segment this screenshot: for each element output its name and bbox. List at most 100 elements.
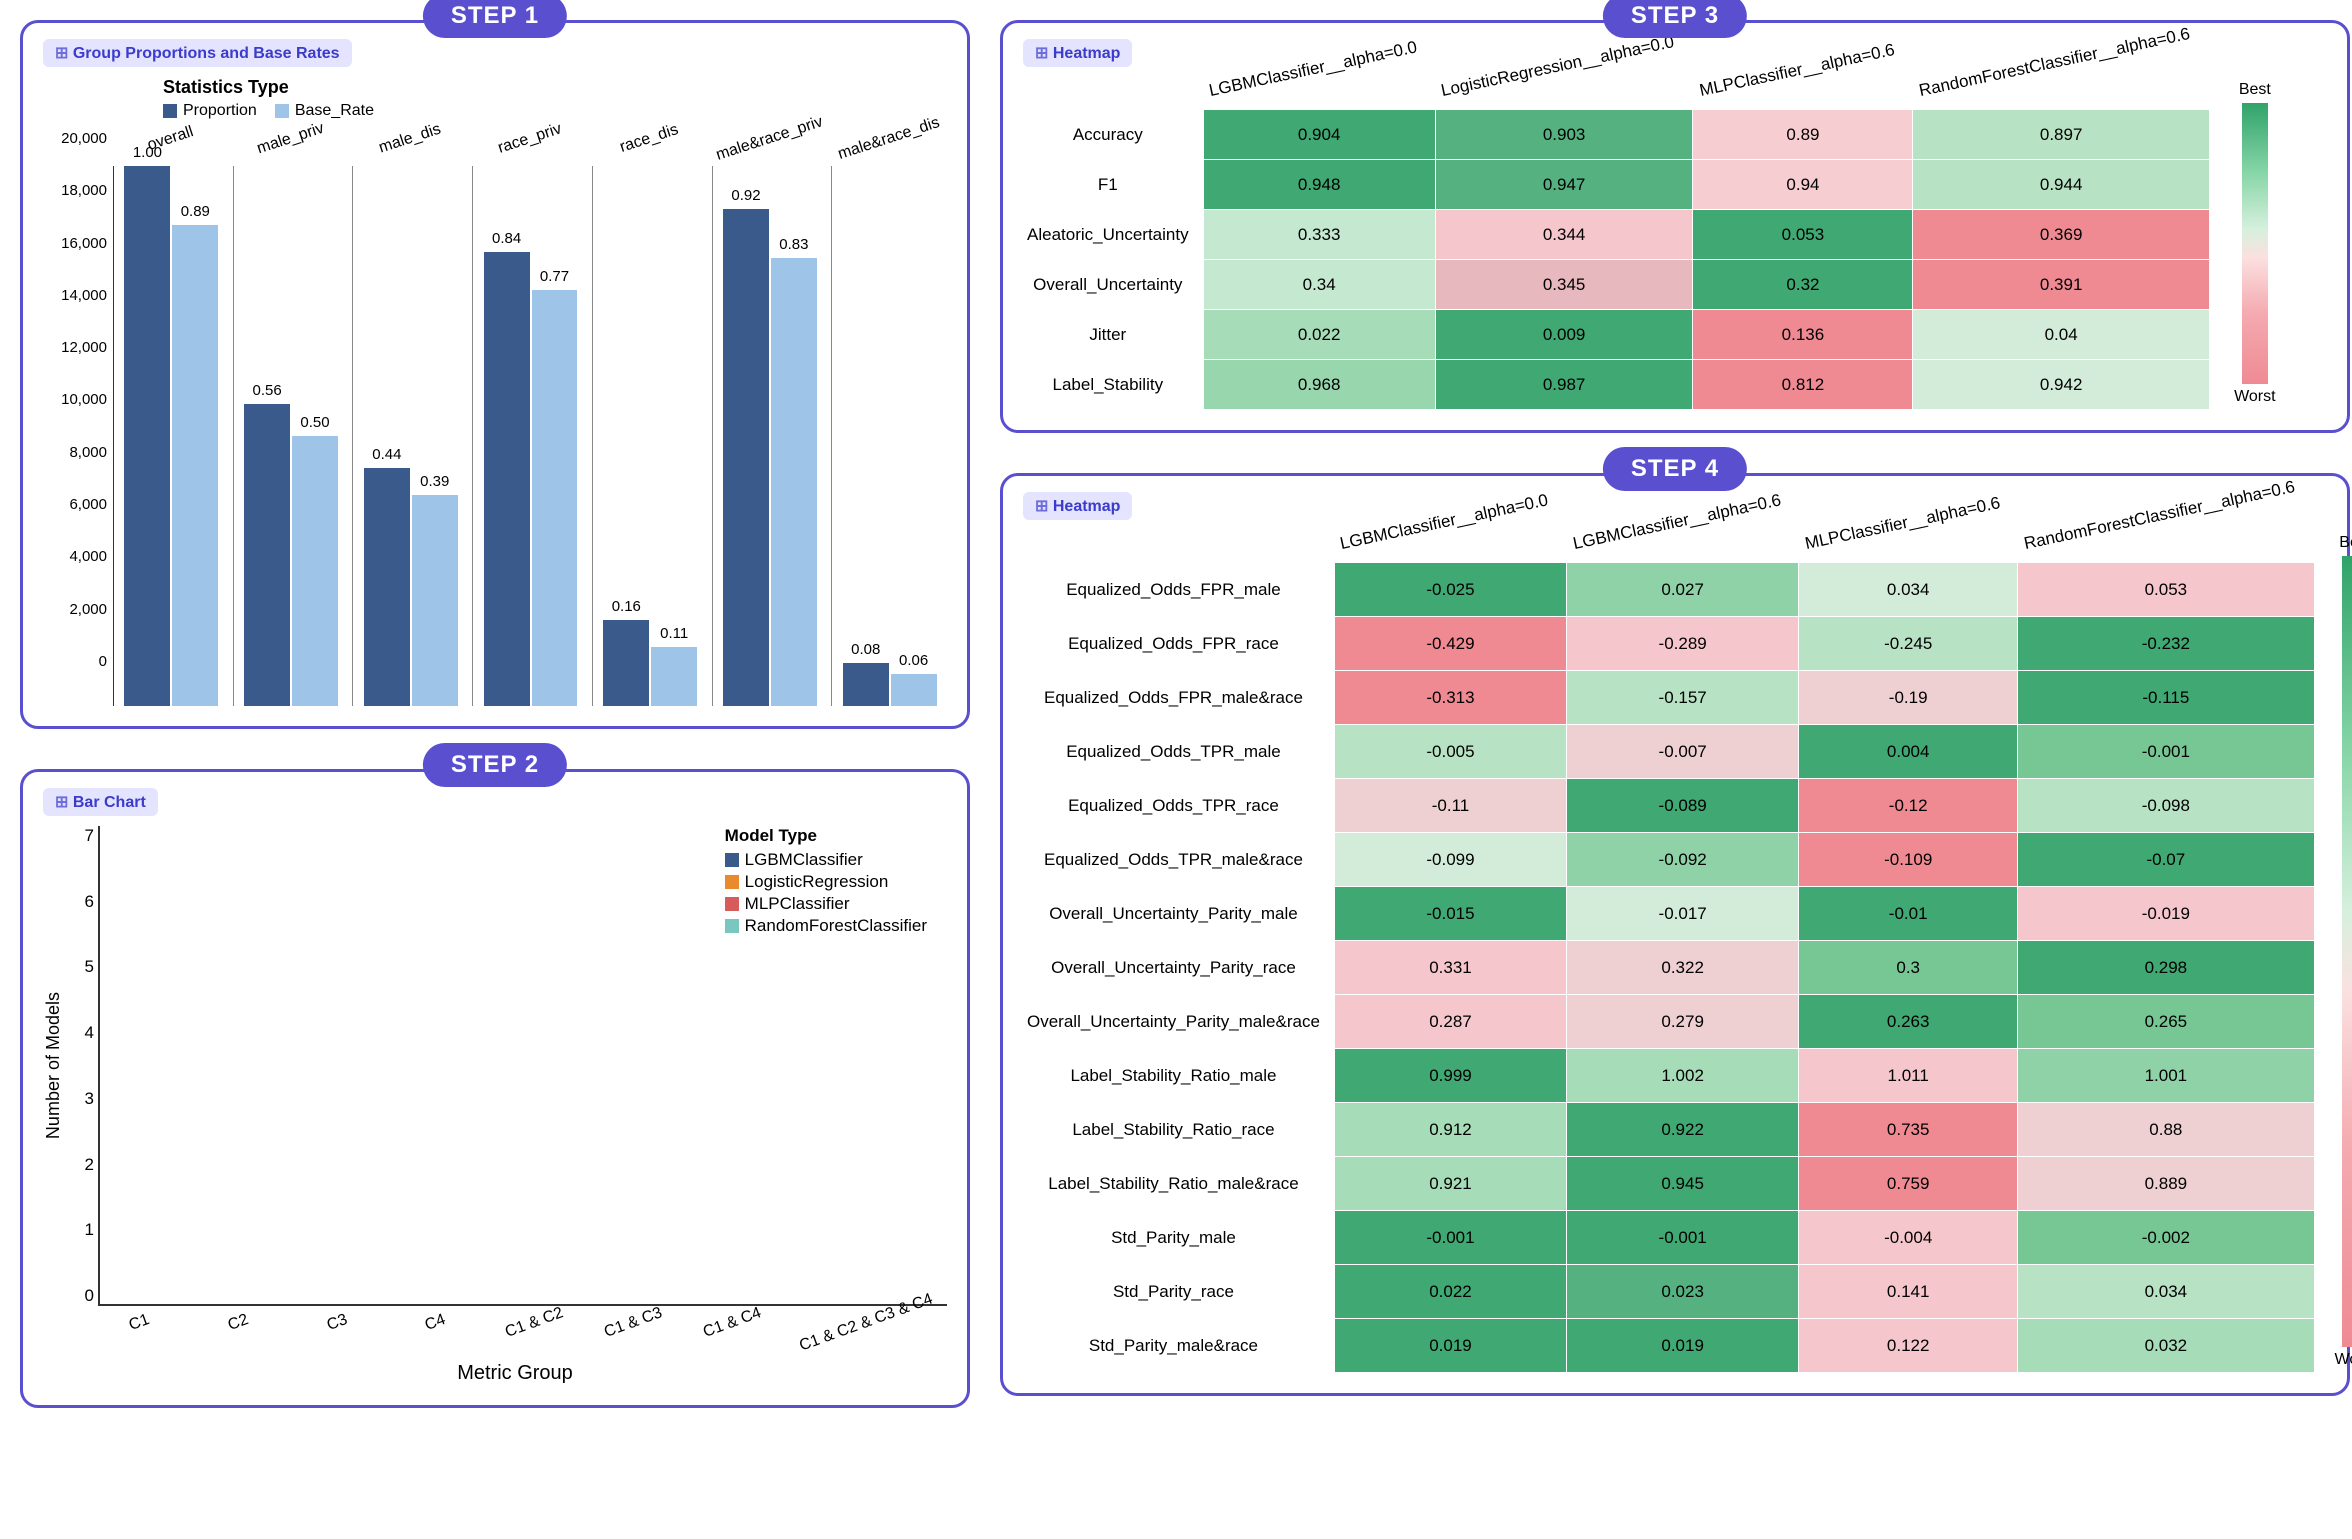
heatmap-cell: 0.369 (1913, 210, 2209, 260)
bars-area: 0.080.06 (831, 166, 947, 706)
heatmap-cell: 0.88 (2018, 1103, 2314, 1157)
heatmap-cell: 0.034 (1799, 563, 2018, 617)
step3-heatmap: LGBMClassifier__alpha=0.0LogisticRegress… (1023, 77, 2210, 410)
heatmap-cell: 0.34 (1203, 260, 1435, 310)
group-label: male_priv (255, 120, 327, 159)
heatmap-row-header: Overall_Uncertainty (1023, 260, 1203, 310)
swatch-mlp (725, 897, 739, 911)
bar-group: male&race_dis0.080.06 (831, 130, 947, 706)
bar: 0.92 (723, 209, 769, 706)
heatmap-cell: 0.136 (1693, 310, 1913, 360)
bar: 0.39 (412, 495, 458, 706)
heatmap-cell: 0.122 (1799, 1319, 2018, 1373)
ytick: 2,000 (43, 601, 107, 618)
heatmap-cell: -0.004 (1799, 1211, 2018, 1265)
step1-legend: Proportion Base_Rate (163, 102, 947, 120)
bars-area: 1.000.89 (113, 166, 229, 706)
step3-title: Heatmap (1023, 39, 1132, 67)
heatmap-cell: -0.019 (2018, 887, 2314, 941)
step4-panel: Heatmap LGBMClassifier__alpha=0.0LGBMCla… (1000, 473, 2350, 1396)
bar-group: race_dis0.160.11 (592, 130, 708, 706)
heatmap-cell: -0.07 (2018, 833, 2314, 887)
heatmap-cell: 0.344 (1435, 210, 1693, 260)
heatmap-cell: -0.025 (1334, 563, 1566, 617)
bar-value-label: 0.84 (492, 230, 521, 247)
legend-item-lgbm: LGBMClassifier (725, 850, 927, 870)
legend-item-lr: LogisticRegression (725, 872, 927, 892)
heatmap-cell: -0.19 (1799, 671, 2018, 725)
bar-group: male_dis0.440.39 (352, 130, 468, 706)
heatmap-cell: -0.001 (2018, 725, 2314, 779)
ytick: 0 (70, 1286, 94, 1306)
bar: 0.11 (651, 647, 697, 706)
xtick: C1 (104, 1303, 175, 1343)
heatmap-cell: -0.313 (1334, 671, 1566, 725)
xtick: C4 (400, 1303, 471, 1343)
bars-area: 0.840.77 (472, 166, 588, 706)
ytick: 2 (70, 1155, 94, 1175)
heatmap-cell: -0.002 (2018, 1211, 2314, 1265)
heatmap-col-header: MLPClassifier__alpha=0.6 (1792, 485, 2013, 562)
bars-area: 0.560.50 (233, 166, 349, 706)
bar-value-label: 0.16 (612, 598, 641, 615)
xtick: C1 & C2 (499, 1303, 570, 1343)
heatmap-cell: 0.287 (1334, 995, 1566, 1049)
heatmap-cell: 0.391 (1913, 260, 2209, 310)
legend-item-proportion: Proportion (163, 102, 257, 120)
step1-badge: STEP 1 (423, 0, 567, 38)
heatmap-col-header: RandomForestClassifier__alpha=0.6 (1906, 16, 2203, 109)
ytick: 4,000 (43, 548, 107, 565)
heatmap-cell: 0.89 (1693, 110, 1913, 160)
colorbar-worst-label: Worst (2234, 384, 2275, 410)
heatmap-cell: 0.947 (1435, 160, 1693, 210)
heatmap-row-header: Std_Parity_male&race (1023, 1319, 1334, 1373)
heatmap-row-header: Equalized_Odds_FPR_race (1023, 617, 1334, 671)
heatmap-cell: 0.034 (2018, 1265, 2314, 1319)
heatmap-row-header: Equalized_Odds_FPR_male (1023, 563, 1334, 617)
heatmap-cell: 0.053 (2018, 563, 2314, 617)
step1-legend-title: Statistics Type (163, 77, 947, 98)
heatmap-cell: -0.289 (1567, 617, 1799, 671)
heatmap-cell: 0.022 (1203, 310, 1435, 360)
bar-value-label: 0.83 (779, 236, 808, 253)
heatmap-cell: 0.263 (1799, 995, 2018, 1049)
step2-ylabel: Number of Models (43, 992, 64, 1139)
bar: 0.56 (244, 404, 290, 706)
bars-area: 0.92 0.83 (712, 166, 828, 706)
heatmap-row-header: Label_Stability_Ratio_male&race (1023, 1157, 1334, 1211)
group-label: race_dis (618, 121, 681, 157)
step2-title: Bar Chart (43, 788, 158, 816)
bar: 0.44 (364, 468, 410, 706)
heatmap-cell: 0.333 (1203, 210, 1435, 260)
heatmap-cell: 1.001 (2018, 1049, 2314, 1103)
heatmap-row-header: Aleatoric_Uncertainty (1023, 210, 1203, 260)
heatmap-cell: -0.12 (1799, 779, 2018, 833)
bar-value-label: 0.11 (660, 625, 688, 642)
heatmap-cell: -0.245 (1799, 617, 2018, 671)
ytick: 6,000 (43, 496, 107, 513)
heatmap-cell: -0.098 (2018, 779, 2314, 833)
bar-value-label: 1.00 (133, 144, 162, 161)
heatmap-cell: 0.022 (1334, 1265, 1566, 1319)
heatmap-cell: 0.987 (1435, 360, 1693, 410)
bar: 0.16 (603, 620, 649, 706)
heatmap-cell: 0.903 (1435, 110, 1693, 160)
heatmap-cell: 0.948 (1203, 160, 1435, 210)
heatmap-col-header: MLPClassifier__alpha=0.6 (1686, 32, 1908, 110)
heatmap-row-header: Equalized_Odds_TPR_male (1023, 725, 1334, 779)
bar-group: male_priv0.560.50 (233, 130, 349, 706)
group-label: male&race_dis (836, 114, 942, 164)
colorbar-gradient (2342, 556, 2352, 1347)
bar: 0.06 (891, 674, 937, 706)
heatmap-cell: 0.812 (1693, 360, 1913, 410)
heatmap-cell: -0.089 (1567, 779, 1799, 833)
step2-container: STEP 2 Bar Chart Number of Models 012345… (20, 769, 970, 1408)
heatmap-cell: -0.232 (2018, 617, 2314, 671)
legend-item-rf: RandomForestClassifier (725, 916, 927, 936)
xtick: C1 & C4 (697, 1303, 768, 1343)
bar: 0.89 (172, 225, 218, 706)
bar-value-label: 0.39 (420, 473, 449, 490)
colorbar-best-label: Best (2339, 530, 2352, 556)
heatmap-cell: 0.904 (1203, 110, 1435, 160)
heatmap-row-header: Label_Stability_Ratio_race (1023, 1103, 1334, 1157)
